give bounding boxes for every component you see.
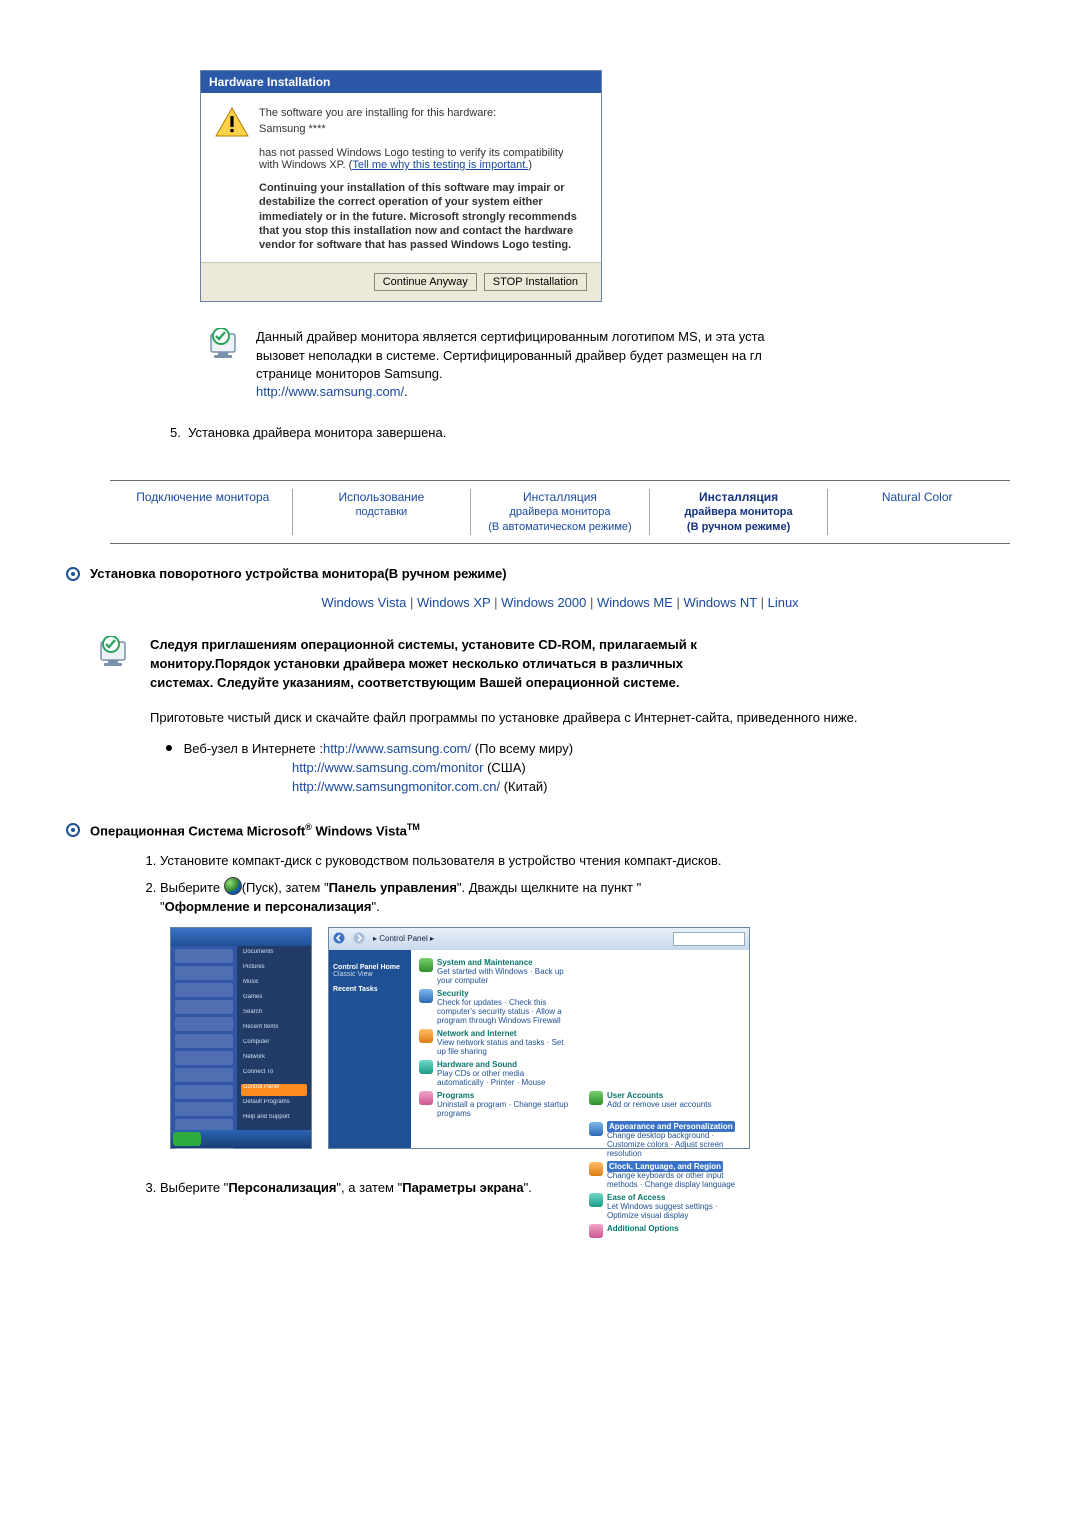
link-linux[interactable]: Linux	[768, 595, 799, 610]
ctrl-panel-appearance-item[interactable]: Clock, Language, and RegionChange keyboa…	[589, 1162, 741, 1189]
link-windows-me[interactable]: Windows ME	[597, 595, 673, 610]
step-1: Установите компакт-диск с руководством п…	[160, 852, 1010, 871]
tab-use-stand[interactable]: Использованиеподставки	[293, 489, 472, 535]
vista-steps-list: Установите компакт-диск с руководством п…	[160, 852, 1010, 917]
forward-icon	[353, 932, 365, 946]
tab-connect-monitor[interactable]: Подключение монитора	[114, 489, 293, 535]
dialog-text: The software you are installing for this…	[259, 107, 585, 252]
samsung-link[interactable]: http://www.samsung.com/	[256, 384, 404, 399]
hardware-installation-dialog: Hardware Installation The software you a…	[200, 70, 602, 302]
link-windows-2000[interactable]: Windows 2000	[501, 595, 586, 610]
start-orb-icon	[224, 877, 242, 895]
tell-me-why-link[interactable]: Tell me why this testing is important.	[352, 159, 528, 171]
stop-installation-button[interactable]: STOP Installation	[484, 273, 587, 291]
bullet-dot-icon	[166, 745, 172, 751]
dialog-title: Hardware Installation	[201, 71, 601, 93]
link-windows-xp[interactable]: Windows XP	[417, 595, 490, 610]
search-input[interactable]	[673, 932, 745, 946]
step-3: Выберите "Персонализация", а затем "Пара…	[160, 1179, 1010, 1198]
continue-anyway-button[interactable]: Continue Anyway	[374, 273, 477, 291]
screenshot-start-menu: DocumentsPicturesMusicGamesSearchRecent …	[170, 927, 312, 1149]
ctrl-panel-appearance-item[interactable]: Appearance and PersonalizationChange des…	[589, 1122, 741, 1158]
monitor-checkmark-icon	[210, 328, 250, 401]
section-heading-windows-vista: Операционная Система Microsoft® Windows …	[66, 822, 1010, 838]
link-samsung-world[interactable]: http://www.samsung.com/	[323, 741, 471, 756]
link-windows-vista[interactable]: Windows Vista	[321, 595, 406, 610]
start-button-icon	[173, 1132, 201, 1146]
section-tabs: Подключение монитора Использованиеподста…	[110, 480, 1010, 544]
os-links-row: Windows Vista | Windows XP | Windows 200…	[110, 595, 1010, 610]
link-samsung-us[interactable]: http://www.samsung.com/monitor	[292, 760, 483, 775]
vista-steps-list-cont: Выберите "Персонализация", а затем "Пара…	[160, 1179, 1010, 1198]
vista-screenshots: DocumentsPicturesMusicGamesSearchRecent …	[170, 927, 1010, 1149]
bullet-icon	[66, 567, 80, 581]
screenshot-control-panel: ▸ Control Panel ▸ Control Panel HomeClas…	[328, 927, 750, 1149]
tab-install-manual[interactable]: Инсталляциядрайвера монитора(В ручном ре…	[650, 489, 829, 535]
tab-install-auto[interactable]: Инсталляциядрайвера монитора(В автоматич…	[471, 489, 650, 535]
bullet-icon	[66, 823, 80, 837]
monitor-checkmark-icon	[100, 636, 150, 693]
step-2: Выберите (Пуск), затем "Панель управлени…	[160, 877, 1010, 917]
certification-note: Данный драйвер монитора является сертифи…	[256, 328, 1010, 401]
section-heading-manual-install: Установка поворотного устройства монитор…	[66, 566, 1010, 581]
link-windows-nt[interactable]: Windows NT	[684, 595, 757, 610]
prepare-disk-note: Приготовьте чистый диск и скачайте файл …	[150, 709, 1010, 727]
step-5: 5. Установка драйвера монитора завершена…	[170, 425, 1010, 440]
tab-natural-color[interactable]: Natural Color	[828, 489, 1006, 535]
cd-instruction: Следуя приглашениям операционной системы…	[150, 636, 697, 693]
back-icon	[333, 932, 345, 946]
link-samsung-cn[interactable]: http://www.samsungmonitor.com.cn/	[292, 779, 500, 794]
warning-icon	[215, 107, 249, 137]
web-link-row: Веб-узел в Интернете :http://www.samsung…	[166, 741, 1010, 756]
start-menu-control-panel[interactable]: Control Panel	[241, 1084, 307, 1096]
